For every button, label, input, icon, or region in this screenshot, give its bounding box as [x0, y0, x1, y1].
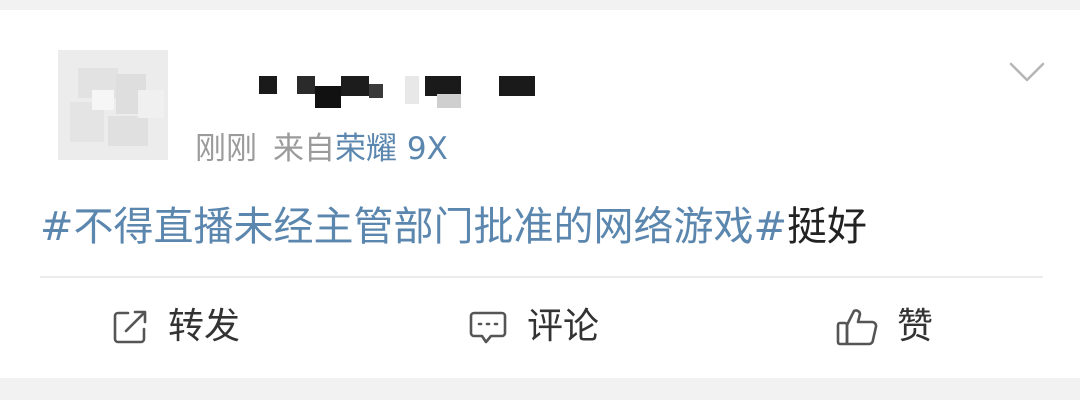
thumbs-up-icon — [836, 309, 878, 346]
topic-link[interactable]: #不得直播未经主管部门批准的网络游戏# — [40, 204, 787, 250]
like-label: 赞 — [897, 306, 934, 347]
repost-button[interactable]: 转发 — [110, 295, 240, 359]
post-source-prefix: 来自 — [273, 131, 335, 167]
username-pixel — [297, 76, 315, 94]
chevron-down-icon-svg — [1009, 62, 1045, 82]
post-meta: 刚刚 来自荣耀 9X — [195, 125, 448, 173]
post-card: 刚刚 来自荣耀 9X #不得直播未经主管部门批准的网络游戏#挺好 转发 评论 赞 — [0, 0, 1080, 378]
comment-button[interactable]: 评论 — [467, 295, 599, 359]
comment-label: 评论 — [527, 306, 600, 347]
comment-icon — [469, 311, 507, 344]
action-divider — [40, 276, 1043, 278]
avatar-pixel — [92, 90, 114, 110]
username-pixel — [369, 84, 383, 98]
bottom-separator — [0, 378, 1080, 400]
post-content: #不得直播未经主管部门批准的网络游戏#挺好 — [40, 195, 867, 259]
username-pixel — [499, 76, 535, 96]
post-source-device[interactable]: 荣耀 9X — [335, 131, 448, 167]
repost-label: 转发 — [168, 306, 241, 347]
like-button[interactable]: 赞 — [835, 295, 933, 359]
username-pixel — [341, 76, 369, 96]
username-pixel — [437, 94, 461, 108]
avatar-pixel — [108, 116, 148, 146]
username-pixel — [259, 76, 277, 94]
chevron-down-icon[interactable] — [1007, 58, 1047, 88]
post-time: 刚刚 — [195, 131, 257, 167]
repost-icon — [113, 310, 147, 344]
username-pixel — [405, 76, 419, 104]
post-body-text: 挺好 — [787, 204, 868, 250]
username-redacted[interactable] — [255, 64, 545, 108]
username-pixel — [315, 86, 341, 108]
username-pixel — [425, 76, 461, 96]
avatar[interactable] — [58, 50, 168, 160]
avatar-pixel — [138, 90, 164, 118]
